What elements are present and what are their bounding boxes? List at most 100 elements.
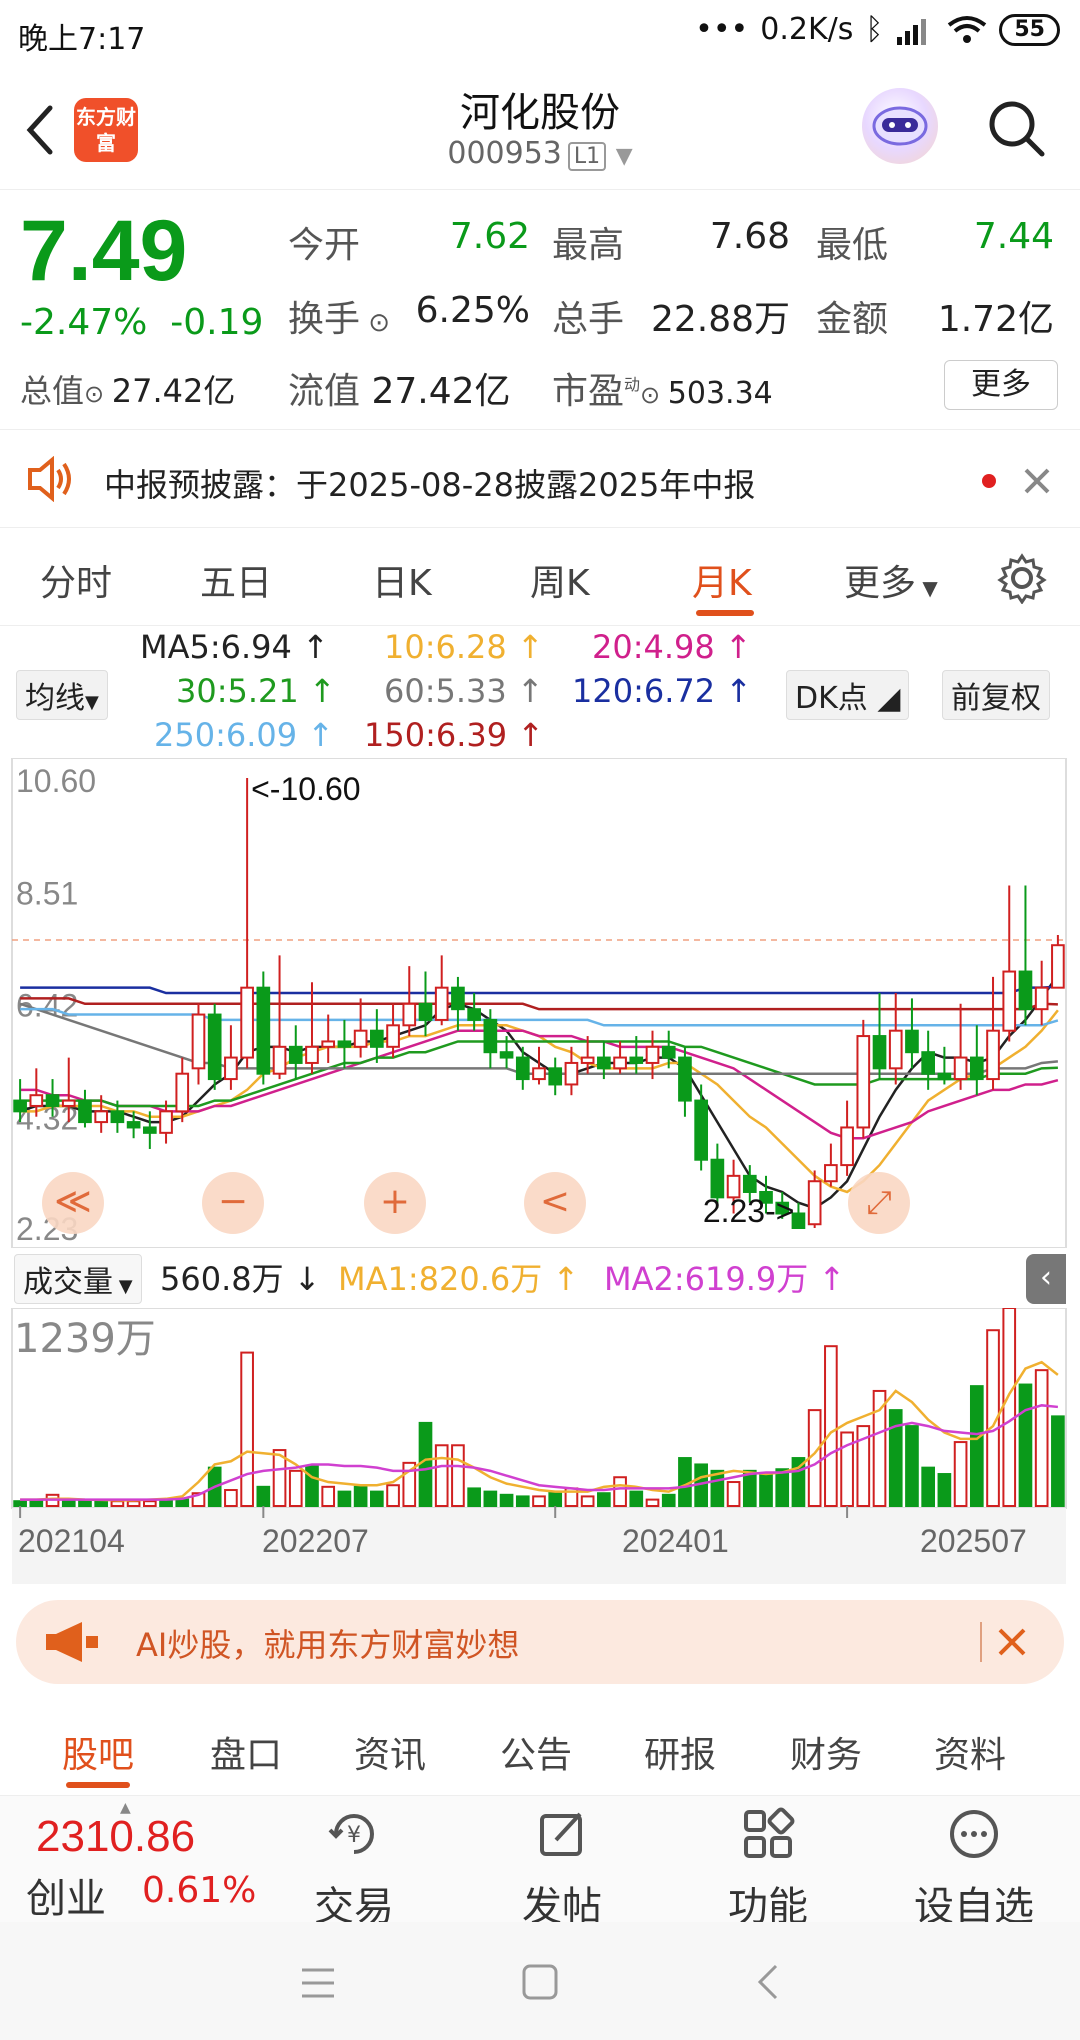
menu-icon[interactable] (298, 1966, 338, 2000)
close-icon[interactable] (1022, 466, 1052, 496)
search-icon[interactable] (984, 96, 1048, 160)
info-icon[interactable]: ⊙ (360, 308, 390, 338)
volume-bar (1018, 1383, 1033, 1507)
volume-bar (126, 1500, 141, 1507)
notice-bar[interactable]: 中报预披露：于2025-08-28披露2025年中报 (0, 432, 1080, 528)
post-button[interactable]: 发帖 (492, 1806, 632, 1932)
x-tick-label: 202207 (262, 1523, 369, 1559)
more-dots-icon: ••• (695, 12, 749, 47)
volume-bar (937, 1473, 952, 1508)
volume-ma2-value: MA2:619.9万 (604, 1260, 809, 1298)
chevron-left-icon[interactable]: < (524, 1172, 586, 1234)
y-tick-label: 8.51 (16, 875, 78, 911)
volume-bar (1051, 1415, 1065, 1507)
volume-bar (969, 1385, 984, 1507)
trade-button[interactable]: ¥ 交易 (284, 1806, 424, 1932)
volume-bar (613, 1476, 627, 1507)
volume-bar (240, 1351, 254, 1508)
info-icon[interactable]: ⊙ (84, 380, 112, 408)
ma250-label: 250:6.09 (154, 716, 298, 754)
dk-point-button[interactable]: DK点 ◢ (786, 670, 910, 720)
home-icon[interactable] (520, 1962, 560, 2002)
stat-label: 最高 (552, 225, 625, 266)
volume-bar (483, 1490, 498, 1507)
ai-ad-banner[interactable]: AI炒股，就用东方财富妙想 (16, 1600, 1064, 1684)
tab-five-day[interactable]: 五日 (200, 554, 272, 606)
system-nav-bar (0, 1922, 1080, 2040)
tab-news[interactable]: 资讯 (354, 1726, 426, 1778)
volume-max-label: 1239万 (14, 1316, 156, 1362)
panel-toggle-icon[interactable]: ‹ (1026, 1254, 1066, 1304)
volume-bar (1034, 1369, 1049, 1508)
volume-bar (370, 1490, 384, 1507)
back-nav-icon[interactable] (752, 1962, 782, 2002)
dk-point-label: DK点 (795, 681, 868, 716)
tab-announcements[interactable]: 公告 (500, 1726, 572, 1778)
tab-more[interactable]: 更多 ▼ (844, 554, 938, 606)
change-amount: -0.19 (170, 302, 264, 343)
indicator-selector[interactable]: 成交量 ▼ (14, 1254, 142, 1304)
stat-volume-value: 22.88万 (650, 299, 790, 340)
volume-bar (629, 1490, 644, 1507)
tab-forum[interactable]: 股吧 (62, 1726, 134, 1778)
volume-ma1: MA1:820.6万 ↑ (338, 1260, 580, 1298)
stat-low: 最低 (816, 216, 888, 268)
zoom-out-icon[interactable]: − (202, 1172, 264, 1234)
volume-bar (467, 1487, 481, 1508)
tab-monthly-k[interactable]: 月K (692, 554, 752, 606)
tab-order-book[interactable]: 盘口 (210, 1726, 282, 1778)
apps-icon (744, 1807, 795, 1858)
stat-total-cap-value: 27.42亿 (111, 372, 236, 410)
info-icon[interactable]: ⊙ (640, 381, 668, 409)
volume-ma2: MA2:619.9万 ↑ (604, 1260, 846, 1298)
ad-close-icon[interactable] (996, 1626, 1028, 1658)
speaker-icon (28, 456, 71, 502)
ma120-label: 120:6.72 (572, 672, 716, 710)
stat-float-cap-value: 27.42亿 (371, 371, 511, 412)
assistant-avatar[interactable] (862, 88, 938, 164)
adjust-button[interactable]: 前复权 (942, 670, 1050, 720)
ma150-label: 150:6.39 (364, 716, 508, 754)
volume-bar (775, 1468, 790, 1507)
y-tick-label: 10.60 (16, 763, 96, 799)
zoom-in-icon[interactable]: + (364, 1172, 426, 1234)
functions-button[interactable]: 功能 (698, 1806, 838, 1932)
volume-bar (759, 1473, 773, 1508)
volume-bar (13, 1500, 27, 1507)
tab-research[interactable]: 研报 (644, 1726, 716, 1778)
ma-legend: MA5:6.94 ↑ 10:6.28 ↑ 20:4.98 ↑ 均线▼ 30:5.… (0, 628, 1080, 758)
tab-weekly-k[interactable]: 周K (530, 554, 590, 606)
volume-chart[interactable]: 1239万 202104 202207 202401 202507 (0, 1308, 1080, 1584)
fullscreen-icon[interactable]: ⤢ (848, 1172, 910, 1234)
ma5-label: MA5:6.94 (140, 628, 292, 666)
ma-legend-item: 250:6.09 ↑ (154, 716, 335, 754)
stat-volume: 总手 (552, 290, 624, 342)
stat-low-value: 7.44 (973, 216, 1054, 257)
ma-selector[interactable]: 均线▼ (16, 670, 108, 720)
volume-bar (337, 1490, 352, 1507)
settings-gear-icon[interactable] (996, 552, 1048, 604)
stat-turnover-value: 6.25% (415, 290, 530, 331)
chevron-double-left-icon[interactable]: ≪ (42, 1172, 104, 1234)
stat-pe-value: 503.34 (667, 376, 773, 411)
ma-legend-item: 60:5.33 ↑ (384, 672, 544, 710)
tab-profile[interactable]: 资料 (934, 1726, 1006, 1778)
x-tick-label: 202507 (920, 1523, 1027, 1559)
volume-current: 560.8万 ↓ (160, 1260, 321, 1298)
more-button[interactable]: 更多 (944, 360, 1058, 410)
index-ticker[interactable]: ▲ 2310.86 创业 0.61% (0, 1796, 290, 1922)
volume-bar (305, 1465, 319, 1508)
add-watchlist-button[interactable]: 设自选 (904, 1806, 1044, 1932)
tab-daily-k[interactable]: 日K (372, 554, 432, 606)
volume-bar (78, 1500, 92, 1507)
megaphone-icon (46, 1622, 98, 1662)
tab-intraday[interactable]: 分时 (40, 554, 112, 606)
ma60-label: 60:5.33 (384, 672, 507, 710)
stat-open-value: 7.62 (449, 216, 530, 257)
tab-financials[interactable]: 财务 (790, 1726, 862, 1778)
volume-bar (661, 1493, 676, 1507)
volume-bar (110, 1500, 125, 1507)
caret-down-icon: ▼ (113, 1276, 133, 1297)
ma-legend-item: 30:5.21 ↑ (176, 672, 336, 710)
volume-bar (953, 1441, 968, 1508)
